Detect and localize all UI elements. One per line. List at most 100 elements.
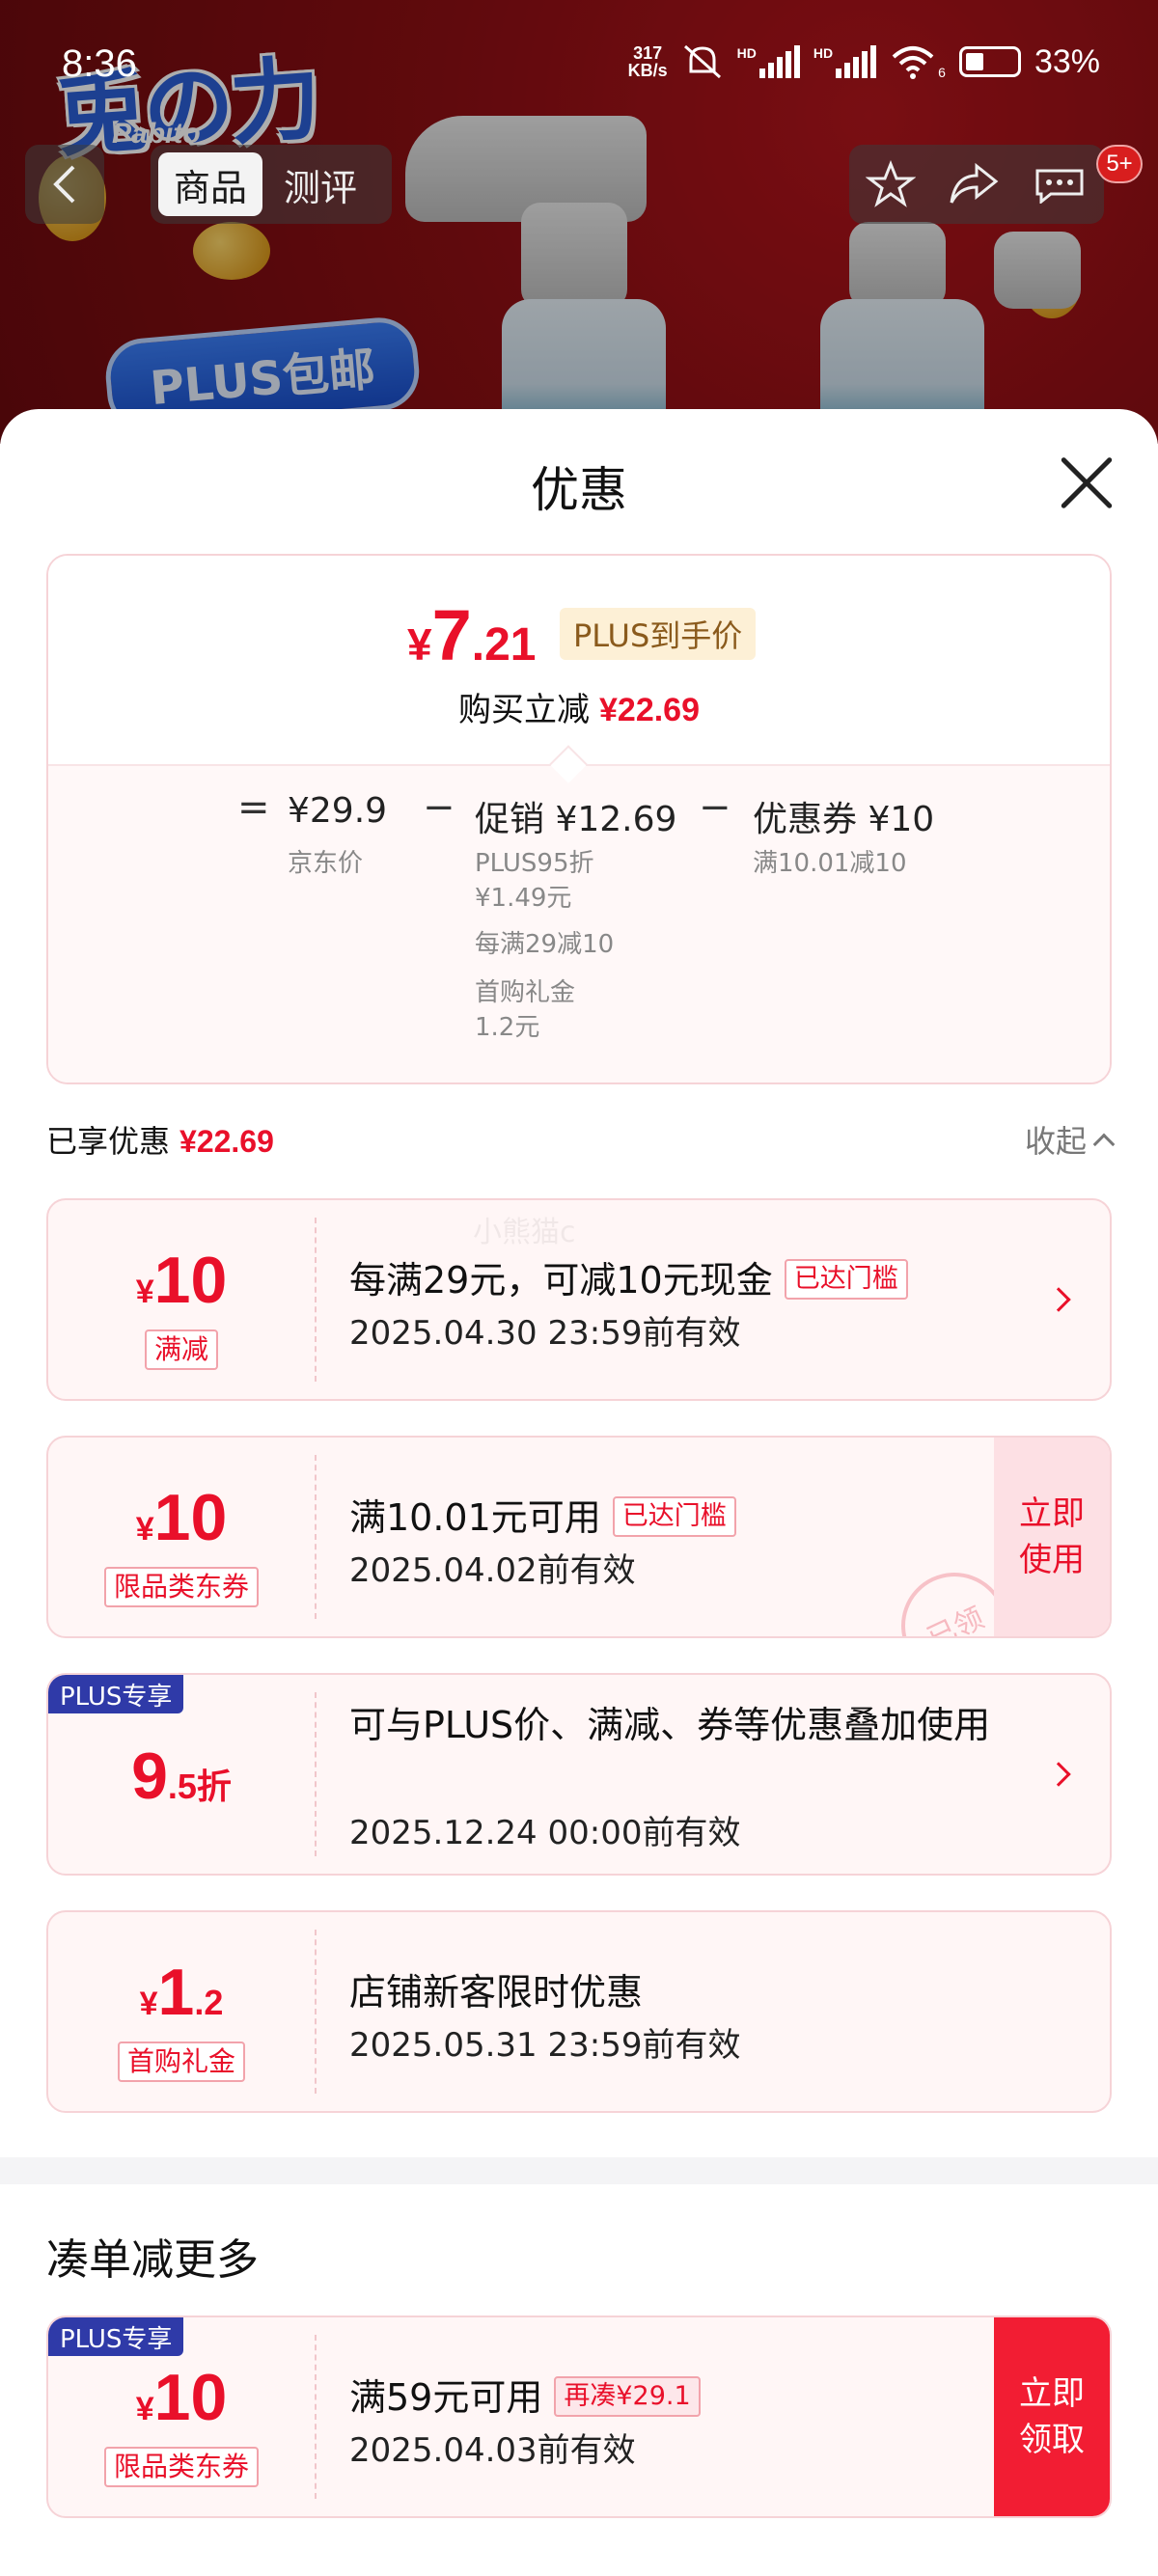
final-price-decimal: .21 — [471, 619, 537, 671]
coupon-value: 9 — [131, 1740, 168, 1813]
coupon-divider — [315, 1692, 317, 1856]
coupon-currency: ¥ — [135, 1511, 154, 1548]
minus-sign: − — [699, 785, 731, 830]
threshold-reached-badge: 已达门槛 — [612, 1496, 736, 1537]
coupon-description-text: 每满29元，可减10元现金 — [349, 1259, 773, 1302]
network-speed-unit: KB/s — [627, 61, 668, 80]
coupon-description: 店铺新客限时优惠 — [349, 1971, 644, 2014]
discount-sheet: 优惠 ¥7.21 PLUS到手价 购买立减 ¥22.69 = ¥29.9 京东价 … — [0, 409, 1158, 2576]
product-tabs: 商品 测评 — [151, 145, 392, 224]
coupon-amount: ¥10 — [48, 1480, 315, 1555]
claim-now-button[interactable]: 立即领取 — [994, 2317, 1110, 2516]
coupon-type-label: 限品类东券 — [103, 1567, 259, 1607]
enjoyed-label: 已享优惠 — [46, 1123, 171, 1160]
message-count-badge: 5+ — [1096, 145, 1143, 183]
claim-now-label: 立即领取 — [1019, 2374, 1085, 2459]
network-speed: 317 KB/s — [628, 44, 668, 79]
promotion-item: 首购礼金 — [475, 978, 576, 1007]
plus-exclusive-badge: PLUS专享 — [48, 2317, 184, 2356]
more-savings-title: 凑单减更多 — [46, 2235, 259, 2285]
use-now-label: 立即使用 — [1019, 1494, 1085, 1579]
coupon-plus-discount[interactable]: PLUS专享 9.5折 可与PLUS价、满减、券等优惠叠加使用 2025.12.… — [46, 1673, 1112, 1876]
back-button[interactable] — [25, 145, 104, 224]
cellular-signal-icon-1: HD — [737, 45, 800, 78]
promotion-item: 每满29减10 — [475, 930, 615, 959]
coupon-full-reduction[interactable]: ¥10 满减 每满29元，可减10元现金 已达门槛 2025.04.30 23:5… — [46, 1198, 1112, 1401]
coupon-value: 10 — [153, 1244, 228, 1317]
tab-reviews[interactable]: 测评 — [268, 152, 372, 216]
coupon-validity: 2025.04.02前有效 — [349, 1551, 636, 1590]
close-button[interactable] — [1058, 453, 1116, 511]
coupon-validity: 2025.05.31 23:59前有效 — [349, 2026, 741, 2065]
coupon-amount: ¥10 — [48, 2360, 315, 2435]
final-price: ¥7.21 — [407, 594, 536, 676]
add-more-badge: 再凑¥29.1 — [554, 2376, 701, 2417]
threshold-reached-badge: 已达门槛 — [784, 1259, 908, 1300]
plus-price-tag: PLUS到手价 — [560, 608, 757, 660]
more-messages-icon[interactable] — [1032, 165, 1088, 204]
coupon-amount: ¥10 — [48, 1243, 315, 1318]
share-icon[interactable] — [948, 162, 1000, 206]
status-time: 8:36 — [62, 42, 137, 85]
coupon-amount: ¥1.2 — [48, 1955, 315, 2030]
coupon-currency: ¥ — [139, 1986, 158, 2022]
coupon-value-suffix: .2 — [194, 1983, 224, 2022]
coupon-divider — [315, 1218, 317, 1382]
enjoyed-amount: ¥22.69 — [179, 1124, 274, 1159]
tab-product[interactable]: 商品 — [158, 152, 263, 216]
status-bar: 8:36 317 KB/s HD HD 6 33% — [0, 0, 1158, 125]
coupon-description-text: 满59元可用 — [349, 2376, 543, 2419]
jd-price: ¥29.9 — [288, 791, 388, 831]
coupon-condition: 满10.01减10 — [753, 849, 907, 878]
coupon-divider — [315, 2335, 317, 2499]
collapse-toggle[interactable]: 收起 — [1024, 1117, 1116, 1162]
coupon-type: 限品类东券 — [48, 2447, 315, 2487]
chevron-right-icon — [1046, 1287, 1071, 1312]
sheet-title: 优惠 — [531, 462, 627, 518]
coupon-first-purchase[interactable]: ¥1.2 首购礼金 店铺新客限时优惠 2025.05.31 23:59前有效 — [46, 1910, 1112, 2113]
coupon-amount: 9.5折 — [48, 1739, 315, 1814]
coupon-value: 1 — [157, 1956, 195, 2029]
coupon-description: 满10.01元可用 已达门槛 — [349, 1488, 736, 1541]
coupon-type: 限品类东券 — [48, 1567, 315, 1607]
network-speed-value: 317 — [633, 43, 663, 63]
coupon-divider — [315, 1930, 317, 2094]
coupon-currency: ¥ — [135, 2391, 154, 2427]
promotion-item: ¥1.49元 — [475, 884, 572, 913]
promotion-item: PLUS95折 — [475, 849, 594, 878]
coupon-validity: 2025.12.24 00:00前有效 — [349, 1814, 741, 1852]
final-price-integer: 7 — [431, 595, 472, 675]
jd-price-label: 京东价 — [288, 849, 364, 878]
coupon-currency: ¥ — [135, 1274, 154, 1310]
battery-icon — [958, 46, 1021, 77]
coupon-description: 每满29元，可减10元现金 已达门槛 — [349, 1250, 908, 1303]
wifi-slot-label: 6 — [938, 65, 946, 80]
chevron-left-icon — [53, 165, 75, 204]
coupon-description: 可与PLUS价、满减、券等优惠叠加使用 — [349, 1704, 991, 1746]
coupon-category-jd[interactable]: ¥10 限品类东券 满10.01元可用 已达门槛 2025.04.02前有效 已领… — [46, 1436, 1112, 1638]
cellular-signal-icon-2: HD — [813, 45, 877, 78]
enjoyed-discount: 已享优惠 ¥22.69 — [46, 1117, 274, 1162]
currency-symbol: ¥ — [407, 619, 432, 670]
coupon-value: 10 — [153, 1481, 228, 1554]
coupon-add-on[interactable]: PLUS专享 ¥10 限品类东券 满59元可用 再凑¥29.1 2025.04.0… — [46, 2316, 1112, 2518]
use-now-button[interactable]: 立即使用 — [994, 1438, 1110, 1636]
collapse-label: 收起 — [1024, 1123, 1087, 1160]
favorite-star-icon[interactable] — [865, 160, 916, 208]
coupon-validity: 2025.04.03前有效 — [349, 2431, 636, 2470]
coupon-type-label: 首购礼金 — [117, 2042, 245, 2082]
promotion-item: 1.2元 — [475, 1013, 540, 1042]
battery-percent: 33% — [1034, 42, 1100, 80]
coupon-type: 首购礼金 — [48, 2042, 315, 2082]
equals-sign: = — [237, 785, 270, 830]
price-breakdown-card: ¥7.21 PLUS到手价 购买立减 ¥22.69 = ¥29.9 京东价 − 促… — [46, 554, 1112, 1084]
promotion-total: 促销 ¥12.69 — [475, 800, 677, 839]
mute-icon — [683, 44, 721, 79]
instant-reduction-amount: ¥22.69 — [599, 692, 700, 728]
instant-reduction-label: 购买立减 — [458, 691, 590, 729]
section-divider — [0, 2157, 1158, 2184]
coupon-type-label: 限品类东券 — [103, 2447, 259, 2487]
wifi-icon — [892, 46, 934, 79]
hd-label-1: HD — [736, 45, 757, 61]
final-price-zone — [48, 556, 1110, 764]
